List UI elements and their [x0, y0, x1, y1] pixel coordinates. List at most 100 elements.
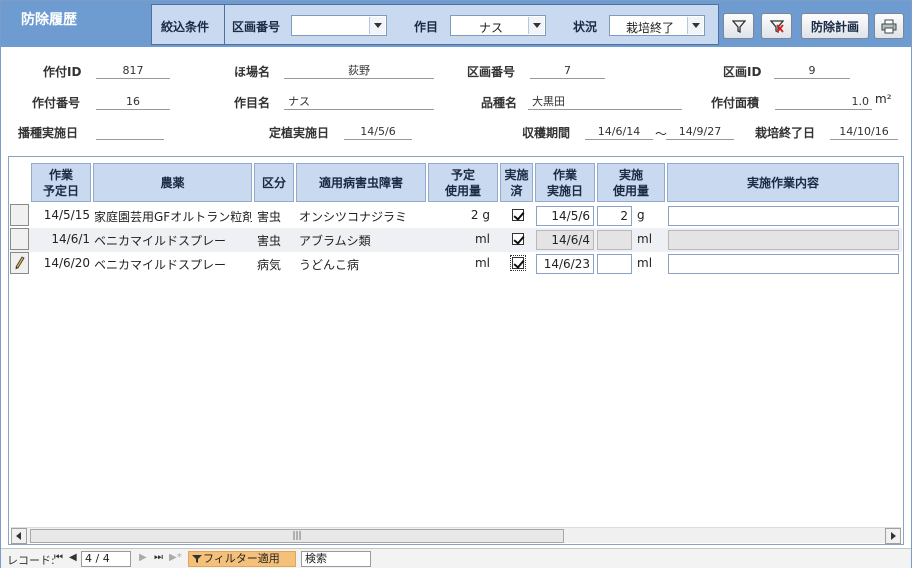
done-amount-unit: ml [637, 256, 653, 270]
current-record-field[interactable]: 4 / 4 [81, 551, 131, 567]
target-cell: うどんこ病 [299, 258, 360, 272]
sowing-date-value [96, 125, 164, 140]
crop-id-value: 817 [96, 64, 170, 79]
block-filter-combo[interactable] [291, 15, 387, 36]
apply-filter-button[interactable] [723, 13, 754, 39]
work-content-input[interactable] [668, 206, 899, 226]
new-record-button[interactable]: ▶* [169, 552, 182, 563]
cultivation-end-label: 栽培終了日 [755, 126, 816, 140]
col-target: 適用病害虫障害 [296, 163, 426, 202]
scroll-left-button[interactable] [11, 528, 27, 544]
planned-amount-cell: 2 g [470, 208, 490, 222]
planting-date-label: 定植実施日 [269, 126, 330, 140]
done-amount-input[interactable] [597, 230, 632, 250]
planned-date-cell: 14/6/20 [43, 256, 90, 270]
done-amount-input[interactable]: 2 [597, 206, 632, 226]
planned-date-cell: 14/5/15 [43, 208, 90, 222]
area-unit: m² [875, 92, 892, 106]
clear-filter-button[interactable] [761, 13, 792, 39]
crop-area-value: 1.0 [775, 95, 872, 110]
done-checkbox[interactable] [510, 255, 526, 271]
clear-filter-icon [769, 20, 784, 33]
crop-id-label: 作付ID [43, 65, 82, 79]
col-pesticide: 農薬 [93, 163, 252, 202]
cultivation-end-value: 14/10/16 [830, 125, 898, 140]
pesticide-cell: ベニカマイルドスプレー [94, 234, 227, 248]
block-id-label: 区画ID [723, 65, 762, 79]
filter-applied-button[interactable]: フィルター適用 [188, 551, 296, 567]
page-title: 防除履歴 [21, 12, 77, 28]
table-row[interactable]: 14/5/15 家庭園芸用GFオルトラン粒剤 害虫 オンシツコナジラミ 2 g … [10, 204, 902, 228]
filter-applied-label: フィルター適用 [203, 552, 280, 565]
target-cell: アブラムシ類 [299, 234, 371, 248]
planned-amount-cell: ml [474, 232, 490, 246]
status-filter-combo[interactable]: 栽培終了 [609, 15, 705, 36]
table-row[interactable]: 14/6/20 ベニカマイルドスプレー 病気 うどんこ病 ml 14/6/23 … [10, 252, 902, 276]
prev-record-button[interactable]: ◀ [69, 552, 77, 563]
pest-control-plan-button[interactable]: 防除計画 [801, 13, 869, 39]
row-selector[interactable] [10, 252, 29, 274]
block-number-value: 7 [530, 64, 605, 79]
table-row[interactable]: 14/6/1 ベニカマイルドスプレー 害虫 アブラムシ類 ml 14/6/4 m… [10, 228, 902, 252]
arrow-left-icon [16, 532, 21, 540]
block-number-label: 区画番号 [467, 65, 516, 79]
done-amount-input[interactable] [597, 254, 632, 274]
filter-panel: 絞込条件 区画番号 作目 ナス 状況 栽培終了 [151, 4, 719, 45]
crop-name-label: 作目名 [234, 96, 271, 110]
record-label: レコード: [7, 554, 55, 567]
work-content-input[interactable] [668, 254, 899, 274]
field-name-label: ほ場名 [234, 65, 271, 79]
crop-number-value: 16 [96, 95, 170, 110]
pest-control-grid: 作業 予定日 農薬 区分 適用病害虫障害 予定 使用量 実施済 作業 実施日 実施 使用… [8, 156, 904, 545]
crop-area-label: 作付面積 [711, 96, 760, 110]
harvest-end-value: 14/9/27 [666, 125, 734, 140]
planned-date-cell: 14/6/1 [51, 232, 90, 246]
sowing-date-label: 播種実施日 [18, 126, 79, 140]
status-filter-value: 栽培終了 [625, 21, 674, 35]
last-record-button[interactable]: ⏭ [154, 552, 163, 563]
field-name-value: 荻野 [284, 64, 434, 79]
row-selector[interactable] [10, 228, 29, 250]
crop-filter-combo[interactable]: ナス [450, 15, 546, 36]
crop-filter-label: 作目 [414, 20, 439, 34]
header-bar: 防除履歴 絞込条件 区画番号 作目 ナス 状況 栽培終了 防除計画 [1, 1, 911, 47]
chevron-down-icon[interactable] [369, 17, 385, 34]
done-date-input[interactable]: 14/6/4 [536, 230, 594, 250]
category-cell: 害虫 [257, 234, 282, 248]
chevron-down-icon[interactable] [687, 17, 703, 34]
col-done-date: 作業 実施日 [535, 163, 595, 202]
printer-icon [881, 19, 897, 33]
done-checkbox[interactable] [512, 233, 524, 245]
status-filter-label: 状況 [573, 20, 598, 34]
done-date-input[interactable]: 14/5/6 [536, 206, 594, 226]
category-cell: 害虫 [257, 210, 282, 224]
col-planned-amount: 予定 使用量 [428, 163, 498, 202]
print-button[interactable] [874, 13, 904, 39]
done-checkbox[interactable] [512, 209, 524, 221]
pencil-icon [15, 256, 25, 270]
row-selector[interactable] [10, 204, 29, 226]
scroll-right-button[interactable] [885, 528, 901, 544]
crop-name-value: ナス [284, 95, 434, 110]
done-date-input[interactable]: 14/6/23 [536, 254, 594, 274]
planting-date-value: 14/5/6 [344, 125, 412, 140]
chevron-down-icon[interactable] [528, 17, 544, 34]
block-id-value: 9 [774, 64, 850, 79]
variety-value: 大黒田 [528, 95, 682, 110]
crop-info-panel: 作付ID 817 ほ場名 荻野 区画番号 7 区画ID 9 作付番号 16 作目… [1, 47, 911, 155]
category-cell: 病気 [257, 258, 282, 272]
horizontal-scrollbar[interactable]: ||| [11, 527, 901, 544]
first-record-button[interactable]: ⏮ [54, 552, 63, 563]
crop-number-label: 作付番号 [32, 96, 81, 110]
done-amount-unit: ml [637, 232, 653, 246]
work-content-input[interactable] [668, 230, 899, 250]
crop-filter-value: ナス [478, 21, 503, 35]
target-cell: オンシツコナジラミ [299, 210, 408, 224]
scroll-thumb[interactable]: ||| [30, 529, 564, 543]
next-record-button[interactable]: ▶ [139, 552, 147, 563]
search-input[interactable]: 検索 [301, 551, 371, 567]
pesticide-cell: 家庭園芸用GFオルトラン粒剤 [94, 210, 252, 224]
record-navigation-bar: レコード: ⏮ ◀ 4 / 4 ▶ ⏭ ▶* フィルター適用 検索 [1, 548, 911, 568]
funnel-icon [731, 20, 746, 33]
col-work-content: 実施作業内容 [667, 163, 899, 202]
